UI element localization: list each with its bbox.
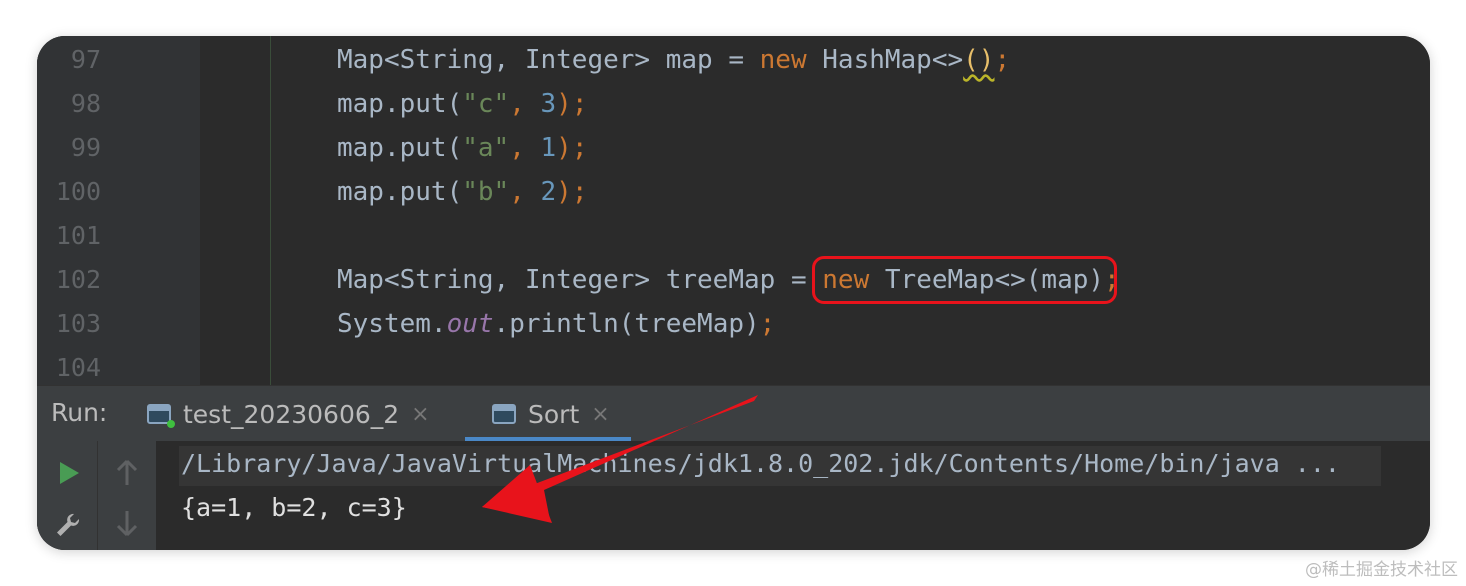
play-icon[interactable] (57, 461, 81, 485)
code-token: System. (337, 309, 447, 339)
code-line[interactable]: map.put("a", 1); (337, 126, 587, 170)
arrow-down-icon[interactable] (115, 509, 139, 537)
code-token: "a" (462, 133, 510, 163)
line-number: 102 (55, 265, 101, 294)
code-token: ); (556, 133, 588, 163)
line-number: 99 (70, 133, 101, 162)
line-number: 100 (55, 177, 101, 206)
code-line[interactable]: Map<String, Integer> map = new HashMap<>… (337, 38, 1010, 82)
line-number: 98 (70, 89, 101, 118)
code-token: () (963, 45, 995, 75)
tab-label: test_20230606_2 (183, 399, 400, 429)
watermark: @稀土掘金技术社区 (1305, 560, 1458, 580)
console-output: {a=1, b=2, c=3} (181, 493, 407, 522)
code-token: ); (556, 89, 588, 119)
run-label: Run: (51, 398, 108, 427)
scroll-toolbar (97, 441, 156, 550)
code-line[interactable]: map.put("c", 3); (337, 82, 587, 126)
code-token: , (509, 177, 541, 207)
code-line[interactable]: System.out.println(treeMap); (337, 302, 775, 346)
code-token: "b" (462, 177, 510, 207)
code-token: 1 (540, 133, 557, 163)
code-token: ; (994, 45, 1011, 75)
code-token: 2 (540, 177, 557, 207)
code-token: out (446, 309, 494, 339)
run-toolbar (37, 441, 97, 550)
code-token: ; (759, 309, 776, 339)
indent-guide (270, 36, 271, 385)
close-icon[interactable]: × (411, 402, 429, 427)
code-token: HashMap<> (806, 45, 964, 75)
code-editor[interactable]: 97 98 99 100 101 102 103 104 Map<String,… (37, 36, 1430, 385)
tab-test-20230606-2[interactable]: test_20230606_2 × (147, 386, 430, 442)
arrow-up-icon[interactable] (115, 459, 139, 487)
code-token: new (759, 45, 807, 75)
line-number: 101 (55, 221, 101, 250)
code-token: "c" (462, 89, 510, 119)
code-token: Map<String, Integer> treeMap = (337, 265, 823, 295)
annotation-arrow-icon (482, 395, 758, 523)
code-token: map.put( (337, 89, 463, 119)
code-token: map.put( (337, 177, 463, 207)
line-number: 103 (55, 309, 101, 338)
code-token: 3 (540, 89, 557, 119)
code-token: Map<String, Integer> map = (337, 45, 760, 75)
annotation-highlight-box (812, 256, 1117, 304)
console-icon (147, 404, 175, 428)
code-token: .println(treeMap) (493, 309, 760, 339)
line-number: 104 (55, 353, 101, 382)
code-token: , (509, 133, 541, 163)
line-number: 97 (70, 45, 101, 74)
code-token: , (509, 89, 541, 119)
code-token: map.put( (337, 133, 463, 163)
code-token: ); (556, 177, 588, 207)
code-line[interactable]: map.put("b", 2); (337, 170, 587, 214)
wrench-icon[interactable] (54, 511, 82, 539)
line-number-gutter: 97 98 99 100 101 102 103 104 (37, 36, 200, 385)
